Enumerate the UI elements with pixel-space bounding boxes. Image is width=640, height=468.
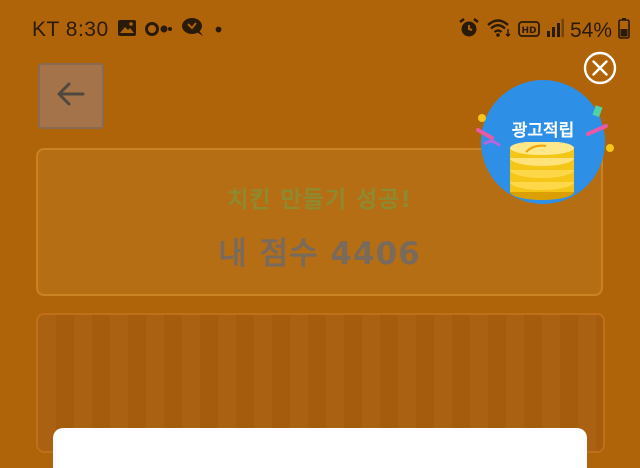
status-dot: • [212, 17, 225, 42]
battery-percent: 54% [569, 18, 612, 42]
signal-icon [546, 18, 564, 43]
svg-text:HD: HD [521, 26, 536, 36]
talk-icon [181, 17, 205, 42]
back-button[interactable] [38, 63, 104, 129]
status-time: KT 8:30 [32, 17, 109, 41]
wifi-icon [486, 18, 512, 43]
ad-reward-badge[interactable]: 광고적립 [470, 78, 620, 218]
coin-stack-icon [506, 141, 578, 206]
gallery-icon [117, 18, 137, 42]
alarm-icon [458, 17, 480, 44]
bottom-sheet [53, 428, 587, 468]
hd-icon: HD [518, 19, 540, 43]
arrow-left-icon [56, 81, 86, 111]
score-label: 내 점수 4406 [218, 236, 421, 272]
status-right: HD 54% [458, 17, 630, 44]
status-left: KT 8:30 • [32, 17, 224, 42]
oo-icon [144, 18, 173, 42]
battery-icon [618, 17, 630, 44]
status-bar: KT 8:30 • HD 54% [0, 0, 640, 62]
